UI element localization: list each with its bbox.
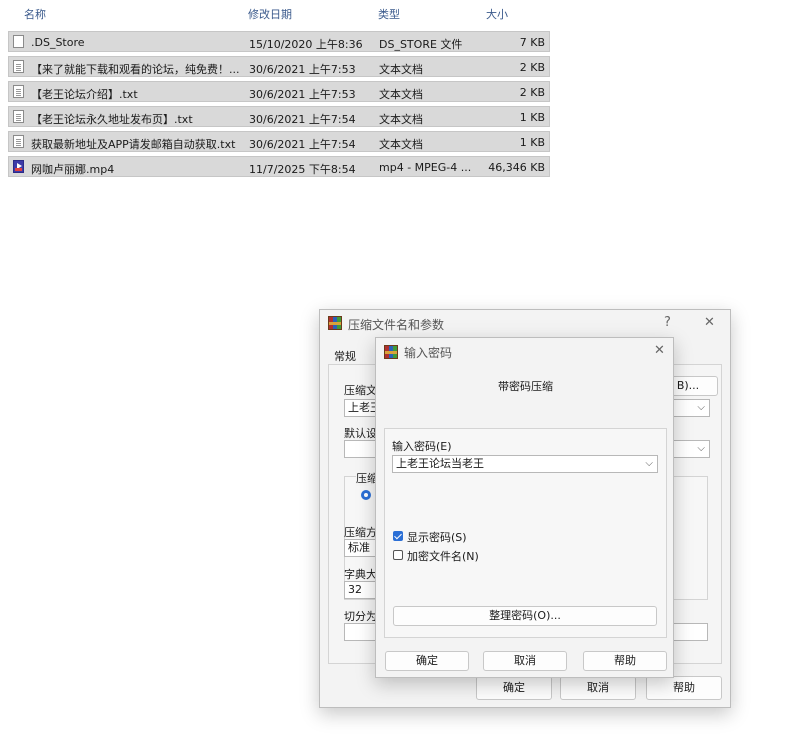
close-icon[interactable]: ✕ (704, 315, 715, 330)
file-date: 11/7/2025 下午8:54 (249, 163, 356, 176)
file-name: 【来了就能下载和观看的论坛，纯免费！... (31, 63, 240, 76)
tab-general[interactable]: 常规 (334, 348, 356, 364)
file-size: 7 KB (519, 36, 545, 49)
file-type: DS_STORE 文件 (379, 38, 463, 51)
file-list-header: 名称 ^ 修改日期 类型 大小 (0, 0, 552, 26)
file-row[interactable]: 网咖卢丽娜.mp4 11/7/2025 下午8:54 mp4 - MPEG-4 … (8, 156, 550, 177)
dictionary-label: 字典大 (344, 568, 377, 581)
dictionary-value: 32 (348, 583, 362, 596)
column-header-name[interactable]: 名称 (24, 6, 46, 22)
encrypt-filenames-label[interactable]: 加密文件名(N) (407, 548, 479, 564)
password-label: 输入密码(E) (392, 440, 452, 453)
dialog-title: 输入密码 (404, 346, 453, 360)
file-date: 15/10/2020 上午8:36 (249, 38, 363, 51)
file-type: mp4 - MPEG-4 ... (379, 161, 472, 174)
file-date: 30/6/2021 上午7:53 (249, 63, 356, 76)
generic-file-icon (13, 35, 24, 48)
file-date: 30/6/2021 上午7:53 (249, 88, 356, 101)
file-name: 网咖卢丽娜.mp4 (31, 163, 115, 176)
file-name: 【老王论坛介绍】.txt (31, 88, 138, 101)
password-value: 上老王论坛当老王 (396, 457, 484, 470)
help-icon[interactable]: ? (664, 315, 671, 330)
chevron-down-icon: ⌵ (645, 458, 653, 469)
cancel-button[interactable]: 取消 (483, 651, 567, 671)
encrypt-filenames-checkbox[interactable] (393, 550, 403, 560)
chevron-down-icon: ⌵ (697, 443, 705, 454)
archive-name-label: 压缩文 (344, 384, 377, 397)
help-button[interactable]: 帮助 (583, 651, 667, 671)
file-type: 文本文档 (379, 88, 423, 101)
organize-passwords-button[interactable]: 整理密码(O)... (393, 606, 657, 626)
show-password-checkbox[interactable] (393, 531, 403, 541)
file-row[interactable]: 【来了就能下载和观看的论坛，纯免费！... 30/6/2021 上午7:53 文… (8, 56, 550, 77)
file-type: 文本文档 (379, 113, 423, 126)
file-date: 30/6/2021 上午7:54 (249, 113, 356, 126)
cancel-button[interactable]: 取消 (560, 676, 636, 700)
text-file-icon (13, 60, 24, 73)
sort-ascending-icon: ^ (122, 0, 131, 7)
ok-button[interactable]: 确定 (476, 676, 552, 700)
dialog-title: 压缩文件名和参数 (348, 318, 445, 332)
show-password-label[interactable]: 显示密码(S) (407, 529, 467, 545)
close-icon[interactable]: ✕ (654, 343, 665, 358)
password-heading: 带密码压缩 (498, 380, 553, 393)
winrar-icon (384, 345, 398, 359)
file-row[interactable]: 【老王论坛介绍】.txt 30/6/2021 上午7:53 文本文档 2 KB (8, 81, 550, 102)
file-name: 获取最新地址及APP请发邮箱自动获取.txt (31, 138, 236, 151)
text-file-icon (13, 135, 24, 148)
text-file-icon (13, 85, 24, 98)
video-file-icon (13, 160, 24, 173)
split-label: 切分为 (344, 610, 377, 623)
method-value: 标准 (348, 541, 370, 554)
text-file-icon (13, 110, 24, 123)
enter-password-dialog: 输入密码 ✕ 带密码压缩 输入密码(E) 上老王论坛当老王 ⌵ 显示密码(S) … (375, 337, 674, 678)
file-size: 46,346 KB (488, 161, 545, 174)
help-button[interactable]: 帮助 (646, 676, 722, 700)
winrar-icon (328, 316, 342, 330)
file-list: 名称 ^ 修改日期 类型 大小 .DS_Store 15/10/2020 上午8… (0, 0, 552, 177)
ok-button[interactable]: 确定 (385, 651, 469, 671)
file-row[interactable]: .DS_Store 15/10/2020 上午8:36 DS_STORE 文件 … (8, 31, 550, 52)
file-name: 【老王论坛永久地址发布页】.txt (31, 113, 193, 126)
column-header-size[interactable]: 大小 (486, 6, 508, 22)
password-input[interactable]: 上老王论坛当老王 ⌵ (392, 455, 658, 473)
file-row[interactable]: 【老王论坛永久地址发布页】.txt 30/6/2021 上午7:54 文本文档 … (8, 106, 550, 127)
format-radio[interactable] (361, 490, 371, 500)
file-size: 1 KB (519, 136, 545, 149)
file-date: 30/6/2021 上午7:54 (249, 138, 356, 151)
column-header-date[interactable]: 修改日期 (248, 6, 292, 22)
file-row[interactable]: 获取最新地址及APP请发邮箱自动获取.txt 30/6/2021 上午7:54 … (8, 131, 550, 152)
profile-label: 默认设 (344, 427, 377, 440)
file-name: .DS_Store (31, 36, 85, 49)
method-label: 压缩方 (344, 526, 377, 539)
file-size: 2 KB (519, 86, 545, 99)
file-size: 2 KB (519, 61, 545, 74)
file-type: 文本文档 (379, 63, 423, 76)
chevron-down-icon: ⌵ (697, 402, 705, 413)
file-type: 文本文档 (379, 138, 423, 151)
file-size: 1 KB (519, 111, 545, 124)
column-header-type[interactable]: 类型 (378, 6, 400, 22)
